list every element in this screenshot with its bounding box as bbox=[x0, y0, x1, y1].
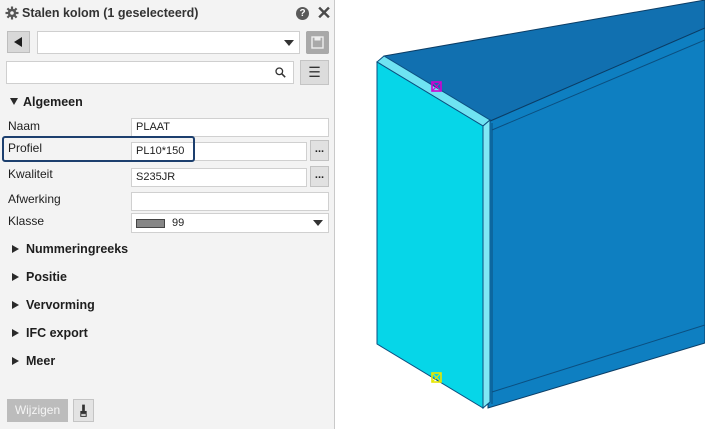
triangle-right-icon bbox=[12, 329, 19, 337]
properties-panel: Stalen kolom (1 geselecteerd) ? ✕ ☰ Alge… bbox=[0, 0, 335, 429]
afwerking-label: Afwerking bbox=[8, 192, 61, 206]
saved-settings-dropdown[interactable] bbox=[37, 31, 300, 54]
model-viewport[interactable] bbox=[336, 0, 705, 429]
search-input-container[interactable] bbox=[6, 61, 294, 84]
gear-icon bbox=[5, 6, 19, 20]
section-ifc-export-label: IFC export bbox=[26, 326, 88, 340]
pick-icon[interactable] bbox=[73, 399, 94, 422]
triangle-right-icon bbox=[12, 357, 19, 365]
profiel-browse-button[interactable]: ... bbox=[310, 140, 329, 161]
triangle-right-icon bbox=[12, 273, 19, 281]
save-icon[interactable] bbox=[306, 31, 329, 54]
section-algemeen-label: Algemeen bbox=[23, 95, 83, 109]
back-arrow-icon[interactable] bbox=[7, 31, 30, 53]
triangle-down-icon bbox=[10, 98, 18, 105]
kwaliteit-field[interactable]: S235JR bbox=[131, 168, 307, 187]
chevron-down-icon bbox=[284, 40, 294, 46]
section-vervorming[interactable]: Vervorming bbox=[10, 298, 95, 312]
help-icon[interactable]: ? bbox=[296, 7, 309, 20]
search-icon bbox=[275, 67, 286, 78]
naam-field[interactable]: PLAAT bbox=[131, 118, 329, 137]
kwaliteit-label: Kwaliteit bbox=[8, 167, 53, 181]
panel-titlebar: Stalen kolom (1 geselecteerd) ? ✕ bbox=[0, 0, 335, 27]
triangle-right-icon bbox=[12, 245, 19, 253]
menu-icon[interactable]: ☰ bbox=[300, 60, 329, 85]
modify-button[interactable]: Wijzigen bbox=[7, 399, 68, 422]
klasse-color-swatch bbox=[136, 219, 165, 228]
search-input[interactable] bbox=[11, 65, 270, 82]
kwaliteit-browse-button[interactable]: ... bbox=[310, 166, 329, 187]
klasse-value: 99 bbox=[172, 217, 185, 229]
section-algemeen[interactable]: Algemeen bbox=[10, 95, 83, 109]
plate-side-edge bbox=[482, 118, 491, 410]
klasse-dropdown[interactable]: 99 bbox=[131, 213, 329, 233]
chevron-down-icon bbox=[313, 220, 323, 226]
naam-label: Naam bbox=[8, 119, 41, 133]
section-meer[interactable]: Meer bbox=[10, 354, 55, 368]
close-icon[interactable]: ✕ bbox=[316, 4, 332, 22]
section-nummeringreeks-label: Nummeringreeks bbox=[26, 242, 129, 256]
triangle-right-icon bbox=[12, 301, 19, 309]
afwerking-field[interactable] bbox=[131, 192, 329, 211]
section-meer-label: Meer bbox=[26, 354, 56, 368]
section-positie-label: Positie bbox=[26, 270, 67, 284]
section-vervorming-label: Vervorming bbox=[26, 298, 95, 312]
section-positie[interactable]: Positie bbox=[10, 270, 67, 284]
section-nummeringreeks[interactable]: Nummeringreeks bbox=[10, 242, 128, 256]
profiel-highlight-box bbox=[2, 136, 195, 162]
klasse-label: Klasse bbox=[8, 214, 45, 228]
section-ifc-export[interactable]: IFC export bbox=[10, 326, 88, 340]
panel-title: Stalen kolom (1 geselecteerd) bbox=[22, 6, 199, 20]
